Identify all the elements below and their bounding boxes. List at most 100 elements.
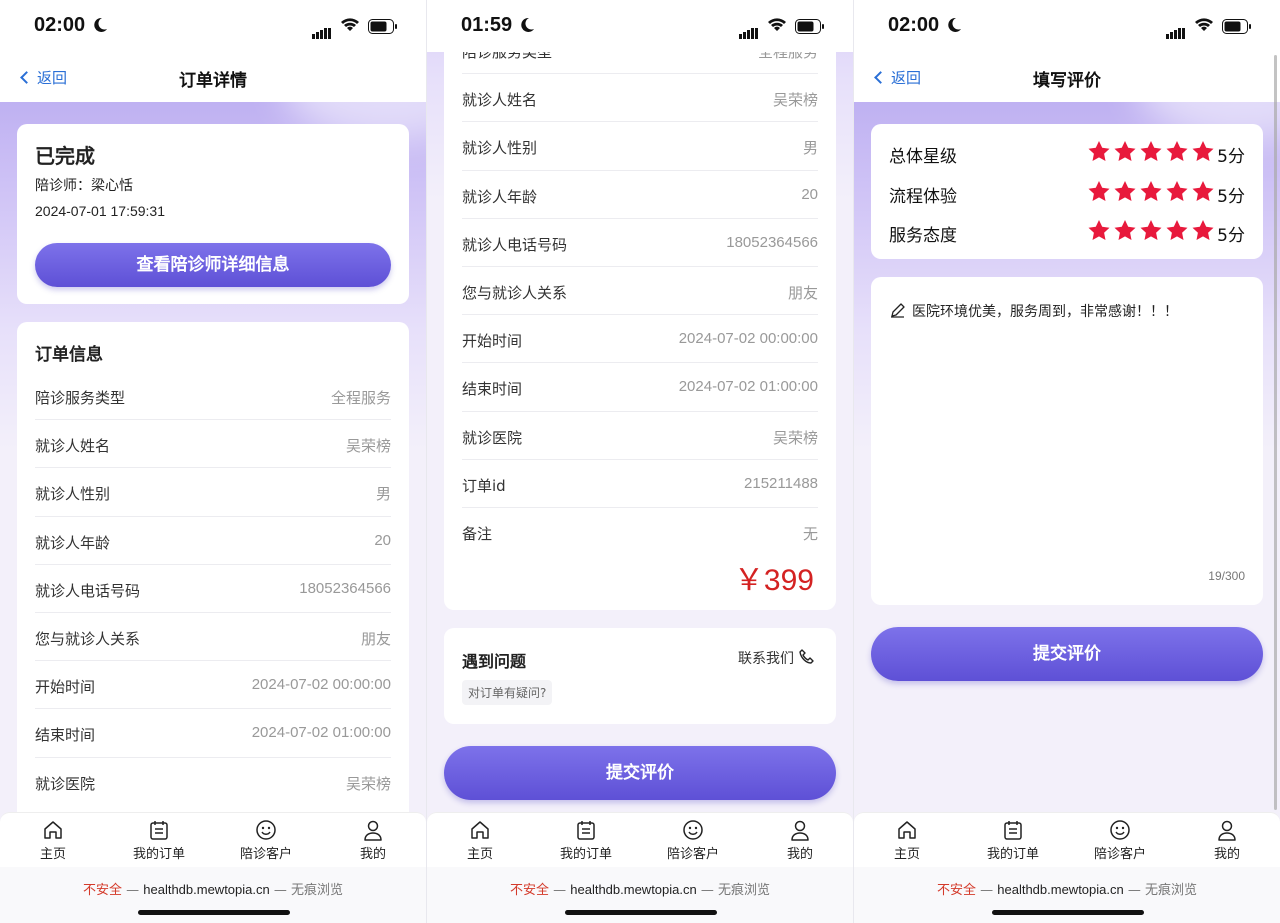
submit-review-button[interactable]: 提交评价 (871, 627, 1263, 681)
cellular-signal-icon (312, 20, 332, 39)
rating-score: 5分 (1217, 186, 1245, 207)
view-escort-details-button[interactable]: 查看陪诊师详细信息 (35, 243, 391, 287)
order-info-card: 陪诊服务类型 全程服务 就诊人姓名 吴荣榜 就诊人性别男就诊人年龄 20 就诊人电话号码 18… (444, 2, 836, 610)
info-key: 就诊人年龄 (35, 533, 111, 552)
url-host: healthdb.mewtopia.cn (997, 882, 1124, 897)
star-icon[interactable] (1139, 140, 1163, 163)
star-icon[interactable] (1139, 180, 1163, 203)
info-row: 就诊人电话号码 18052364566 (35, 565, 391, 613)
url-host: healthdb.mewtopia.cn (570, 882, 697, 897)
info-row: 就诊人姓名 吴荣榜 (462, 74, 818, 123)
problem-card: 遇到问题 联系我们 对订单有疑问? (444, 628, 836, 724)
url-text[interactable]: 不安全 — healthdb.mewtopia.cn — 无痕浏览 (0, 879, 426, 898)
order-price: ￥399 (733, 564, 814, 597)
status-bar: 02:00 (0, 0, 426, 52)
star-icon[interactable] (1113, 140, 1137, 163)
star-icon[interactable] (1191, 140, 1215, 163)
info-value: 18052364566 (299, 579, 391, 597)
info-row: 就诊人性别 男 (462, 122, 818, 171)
info-key: 结束时间 (462, 380, 523, 399)
url-bar: 不安全 — healthdb.mewtopia.cn — 无痕浏览 (427, 867, 853, 923)
user-icon (1218, 820, 1236, 841)
tab-me[interactable]: 我的 (1174, 819, 1280, 862)
url-bar: 不安全 — healthdb.mewtopia.cn — 无痕浏览 (854, 867, 1280, 923)
info-row: 结束时间 2024-07-02 01:00:00 (35, 709, 391, 758)
tab-home[interactable]: 主页 (427, 819, 533, 862)
insecure-warning: 不安全 (509, 883, 549, 898)
order-status-card: 已完成 陪诊师：梁心恬 2024-07-01 17:59:31 查看陪诊师详细信… (17, 124, 409, 304)
info-row: 就诊人电话号码 18052364566 (462, 219, 818, 267)
info-key: 备注 (462, 524, 493, 543)
order-question-chip[interactable]: 对订单有疑问? (462, 680, 553, 705)
problem-title: 遇到问题 (462, 652, 527, 671)
star-icon[interactable] (1191, 180, 1215, 203)
info-value: 215211488 (744, 474, 818, 492)
tab-me[interactable]: 我的 (320, 819, 426, 862)
info-key: 就诊人姓名 (35, 437, 111, 456)
star-icon[interactable] (1139, 219, 1163, 242)
info-key: 开始时间 (35, 678, 96, 697)
wifi-icon (1195, 18, 1213, 31)
review-card: 医院环境优美，服务周到，非常感谢！！！ 19/300 (871, 277, 1263, 605)
orders-icon (150, 821, 168, 840)
home-icon (44, 821, 62, 839)
tab-orders[interactable]: 我的订单 (960, 819, 1066, 862)
review-textarea[interactable]: 医院环境优美，服务周到，非常感谢！！！ (889, 301, 1178, 321)
order-status: 已完成 (35, 144, 95, 168)
url-host: healthdb.mewtopia.cn (143, 882, 270, 897)
order-info-list: 陪诊服务类型 全程服务 就诊人姓名 吴荣榜 就诊人性别男就诊人年龄 20 就诊人电话号码 18… (462, 26, 818, 556)
tab-customers[interactable]: 陪诊客户 (213, 819, 319, 862)
star-icon[interactable] (1165, 180, 1189, 203)
info-key: 就诊人年龄 (462, 187, 538, 206)
info-row: 就诊人年龄 20 (462, 171, 818, 219)
tab-orders[interactable]: 我的订单 (533, 819, 639, 862)
info-key: 订单id (462, 476, 506, 495)
info-value: 20 (801, 185, 818, 203)
tab-label: 陪诊客户 (666, 847, 719, 862)
rating-score: 5分 (1217, 147, 1245, 167)
star-icon[interactable] (1165, 219, 1189, 242)
star-icon[interactable] (1087, 180, 1111, 203)
scrollbar[interactable] (1274, 55, 1277, 810)
phone-icon (799, 649, 814, 664)
tab-me[interactable]: 我的 (747, 819, 853, 862)
url-separator: — (696, 883, 718, 898)
url-text[interactable]: 不安全 — healthdb.mewtopia.cn — 无痕浏览 (854, 879, 1280, 898)
page-title: 订单详情 (179, 71, 247, 91)
star-icon[interactable] (1191, 219, 1215, 242)
star-rating[interactable] (1085, 180, 1215, 207)
star-icon[interactable] (1165, 140, 1189, 163)
url-separator: — (269, 883, 291, 898)
user-icon (791, 820, 809, 841)
tab-customers[interactable]: 陪诊客户 (1067, 819, 1173, 862)
info-row: 就诊人年龄 20 (35, 517, 391, 565)
star-icon[interactable] (1113, 180, 1137, 203)
home-indicator (992, 910, 1144, 915)
star-rating[interactable] (1085, 140, 1215, 167)
submit-review-button[interactable]: 提交评价 (444, 746, 836, 800)
info-key: 就诊医院 (462, 428, 523, 447)
tab-orders[interactable]: 我的订单 (106, 819, 212, 862)
wifi-icon (341, 18, 359, 31)
contact-us-link[interactable]: 联系我们 (738, 648, 816, 668)
order-datetime: 2024-07-01 17:59:31 (35, 203, 165, 219)
tab-customers[interactable]: 陪诊客户 (640, 819, 746, 862)
home-icon (471, 821, 489, 839)
tab-label: 陪诊客户 (239, 847, 292, 862)
star-rating[interactable] (1085, 219, 1215, 246)
smiley-icon (256, 820, 276, 840)
star-icon[interactable] (1113, 219, 1137, 242)
star-icon[interactable] (1087, 140, 1111, 163)
tab-home[interactable]: 主页 (854, 819, 960, 862)
url-text[interactable]: 不安全 — healthdb.mewtopia.cn — 无痕浏览 (427, 879, 853, 898)
tab-home[interactable]: 主页 (0, 819, 106, 862)
cellular-signal-icon (739, 20, 759, 39)
info-value: 朋友 (787, 284, 818, 302)
order-info-card: 订单信息 陪诊服务类型 全程服务 就诊人姓名 吴荣榜 就诊人性别男就诊人年龄 20 就诊人电… (17, 322, 409, 822)
private-mode-label: 无痕浏览 (1145, 883, 1198, 898)
star-icon[interactable] (1087, 219, 1111, 242)
private-mode-label: 无痕浏览 (718, 883, 771, 898)
url-separator: — (121, 883, 144, 898)
info-value: 2024-07-02 00:00:00 (678, 330, 818, 348)
private-mode-label: 无痕浏览 (291, 883, 344, 898)
